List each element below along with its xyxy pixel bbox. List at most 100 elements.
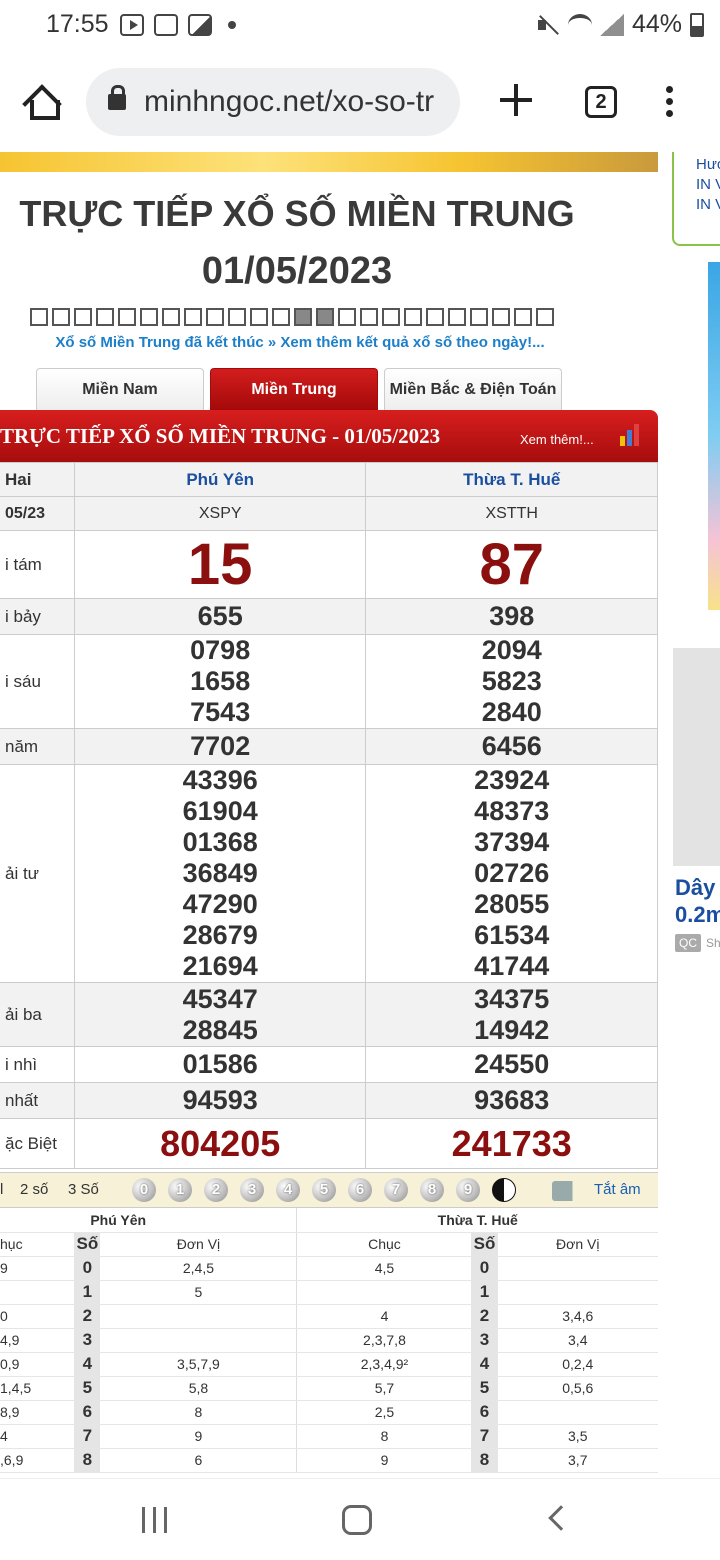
loto-cell: 9 bbox=[0, 1256, 75, 1281]
prize-row: i sáu 0798 1658 7543 2094 5823 2840 bbox=[0, 634, 658, 729]
prize-cell: 655 bbox=[73, 598, 367, 635]
loto-cell: 4,9 bbox=[0, 1328, 75, 1353]
sidebar-ad-image[interactable] bbox=[708, 262, 720, 610]
loto-row: 8,9 6 8 2,5 6 bbox=[0, 1400, 658, 1425]
digit-ball-1[interactable]: 1 bbox=[168, 1178, 192, 1202]
prize-number: 2840 bbox=[481, 697, 542, 727]
digit-ball-6[interactable]: 6 bbox=[348, 1178, 372, 1202]
sidebar-ad-text[interactable]: Dây 0.2m bbox=[675, 874, 720, 928]
yin-yang-icon[interactable] bbox=[492, 1178, 516, 1202]
url-text[interactable]: minhngoc.net/xo-so-tr bbox=[144, 85, 434, 119]
prize-number: 6456 bbox=[481, 731, 542, 761]
ad-line[interactable]: 0.2m bbox=[675, 901, 720, 928]
address-bar[interactable]: minhngoc.net/xo-so-tr bbox=[86, 68, 460, 136]
loto-cell: 3,5,7,9 bbox=[100, 1352, 298, 1377]
option-all-digits[interactable]: l bbox=[0, 1181, 3, 1198]
loto-cell: 3,7 bbox=[497, 1448, 658, 1473]
digit-ball-4[interactable]: 4 bbox=[276, 1178, 300, 1202]
option-2-digits[interactable]: 2 số bbox=[20, 1181, 48, 1198]
prize-number: 28055 bbox=[474, 889, 550, 919]
progress-square bbox=[250, 308, 268, 326]
loto-cell: 8,9 bbox=[0, 1400, 75, 1425]
progress-square bbox=[228, 308, 246, 326]
finished-notice-link[interactable]: Xổ số Miền Trung đã kết thúc » Xem thêm … bbox=[0, 334, 600, 351]
prize-cell: 01586 bbox=[73, 1046, 367, 1083]
prize-number: 1658 bbox=[190, 666, 251, 696]
prize-number: 398 bbox=[489, 601, 535, 631]
progress-square bbox=[162, 308, 180, 326]
loto-header-row: hục Số Đơn Vị Chục Số Đơn Vị bbox=[0, 1232, 658, 1257]
see-more-link[interactable]: Xem thêm!... bbox=[520, 432, 594, 447]
province-name[interactable]: Thừa T. Huế bbox=[365, 462, 658, 497]
prize-cell: 34375 14942 bbox=[365, 982, 658, 1047]
home-icon[interactable] bbox=[24, 84, 60, 120]
loto-cell: 2,3,7,8 bbox=[296, 1328, 472, 1353]
prize-number: 93683 bbox=[474, 1085, 550, 1115]
wifi-icon bbox=[567, 13, 592, 36]
digit-ball-9[interactable]: 9 bbox=[456, 1178, 480, 1202]
top-banner[interactable] bbox=[0, 152, 658, 172]
tab-mien-bac[interactable]: Miền Bắc & Điện Toán bbox=[384, 368, 562, 410]
back-icon[interactable] bbox=[548, 1505, 574, 1531]
digit-ball-3[interactable]: 3 bbox=[240, 1178, 264, 1202]
prize-label: i bảy bbox=[0, 598, 75, 635]
digit-ball-5[interactable]: 5 bbox=[312, 1178, 336, 1202]
prize-number: 45347 bbox=[182, 983, 258, 1014]
loto-cell: 0,2,4 bbox=[497, 1352, 658, 1377]
loto-cell: 0 bbox=[74, 1256, 101, 1281]
loto-cell: 5,8 bbox=[100, 1376, 298, 1401]
sidebar-link[interactable]: IN V bbox=[696, 197, 720, 212]
option-3-digits[interactable]: 3 Số bbox=[68, 1181, 99, 1198]
prize-number: 2094 bbox=[481, 635, 542, 665]
digit-ball-2[interactable]: 2 bbox=[204, 1178, 228, 1202]
region-tabs: Miền Nam Miền Trung Miền Bắc & Điện Toán bbox=[36, 368, 562, 410]
progress-square bbox=[140, 308, 158, 326]
loto-cell bbox=[497, 1400, 658, 1425]
prize-cell: 94593 bbox=[73, 1082, 367, 1119]
sidebar-ad-placeholder[interactable] bbox=[673, 648, 720, 866]
loto-cell bbox=[497, 1280, 658, 1305]
sidebar-links-box: Hướ IN V IN V bbox=[672, 152, 720, 246]
loto-cell: 1,4,5 bbox=[0, 1376, 75, 1401]
progress-square bbox=[30, 308, 48, 326]
prize-rows: i tám 15 87 i bảy 655 398 i sáu 0798 1658 7543 209… bbox=[0, 530, 658, 1169]
new-tab-icon[interactable] bbox=[500, 84, 532, 116]
tab-mien-trung[interactable]: Miền Trung bbox=[210, 368, 378, 410]
loto-header: Chục bbox=[296, 1232, 472, 1257]
progress-square bbox=[470, 308, 488, 326]
system-icons: 44% bbox=[536, 10, 704, 39]
digit-ball-8[interactable]: 8 bbox=[420, 1178, 444, 1202]
ad-line[interactable]: Dây bbox=[675, 874, 720, 901]
prize-number: 23924 bbox=[474, 765, 550, 795]
sidebar-link[interactable]: IN V bbox=[696, 177, 720, 192]
recent-apps-icon[interactable] bbox=[142, 1507, 168, 1533]
sidebar-link[interactable]: Hướ bbox=[696, 157, 720, 172]
tab-switcher-button[interactable]: 2 bbox=[585, 86, 617, 118]
speaker-icon[interactable] bbox=[552, 1181, 586, 1201]
web-page: TRỰC TIẾP XỔ SỐ MIỀN TRUNG 01/05/2023 Xổ… bbox=[0, 152, 720, 1478]
tab-mien-nam[interactable]: Miền Nam bbox=[36, 368, 204, 410]
progress-square bbox=[448, 308, 466, 326]
battery-percent: 44% bbox=[631, 10, 682, 38]
loto-cell: 4 bbox=[471, 1352, 498, 1377]
prize-row: nhất 94593 93683 bbox=[0, 1082, 658, 1119]
digit-ball-7[interactable]: 7 bbox=[384, 1178, 408, 1202]
home-button-icon[interactable] bbox=[342, 1505, 372, 1535]
prize-number: 36849 bbox=[182, 858, 258, 888]
loto-cell: 2,5 bbox=[296, 1400, 472, 1425]
digit-ball-0[interactable]: 0 bbox=[132, 1178, 156, 1202]
loto-cell: 6 bbox=[74, 1400, 101, 1425]
lock-icon[interactable] bbox=[108, 85, 126, 110]
more-menu-icon[interactable] bbox=[666, 86, 674, 118]
loto-cell: 4 bbox=[296, 1304, 472, 1329]
signal-icon bbox=[599, 13, 624, 36]
display-options-bar: l 2 số 3 Số 0123456789 Tắt âm bbox=[0, 1172, 658, 1208]
page-title: TRỰC TIẾP XỔ SỐ MIỀN TRUNG bbox=[19, 193, 575, 234]
province-name[interactable]: Phú Yên bbox=[73, 462, 367, 497]
mute-sound-link[interactable]: Tắt âm bbox=[594, 1181, 641, 1198]
progress-square bbox=[382, 308, 400, 326]
prize-row: i nhì 01586 24550 bbox=[0, 1046, 658, 1083]
prize-cell: 7702 bbox=[73, 728, 367, 765]
bar-chart-icon[interactable] bbox=[620, 424, 644, 446]
page-date: 01/05/2023 bbox=[201, 250, 393, 292]
